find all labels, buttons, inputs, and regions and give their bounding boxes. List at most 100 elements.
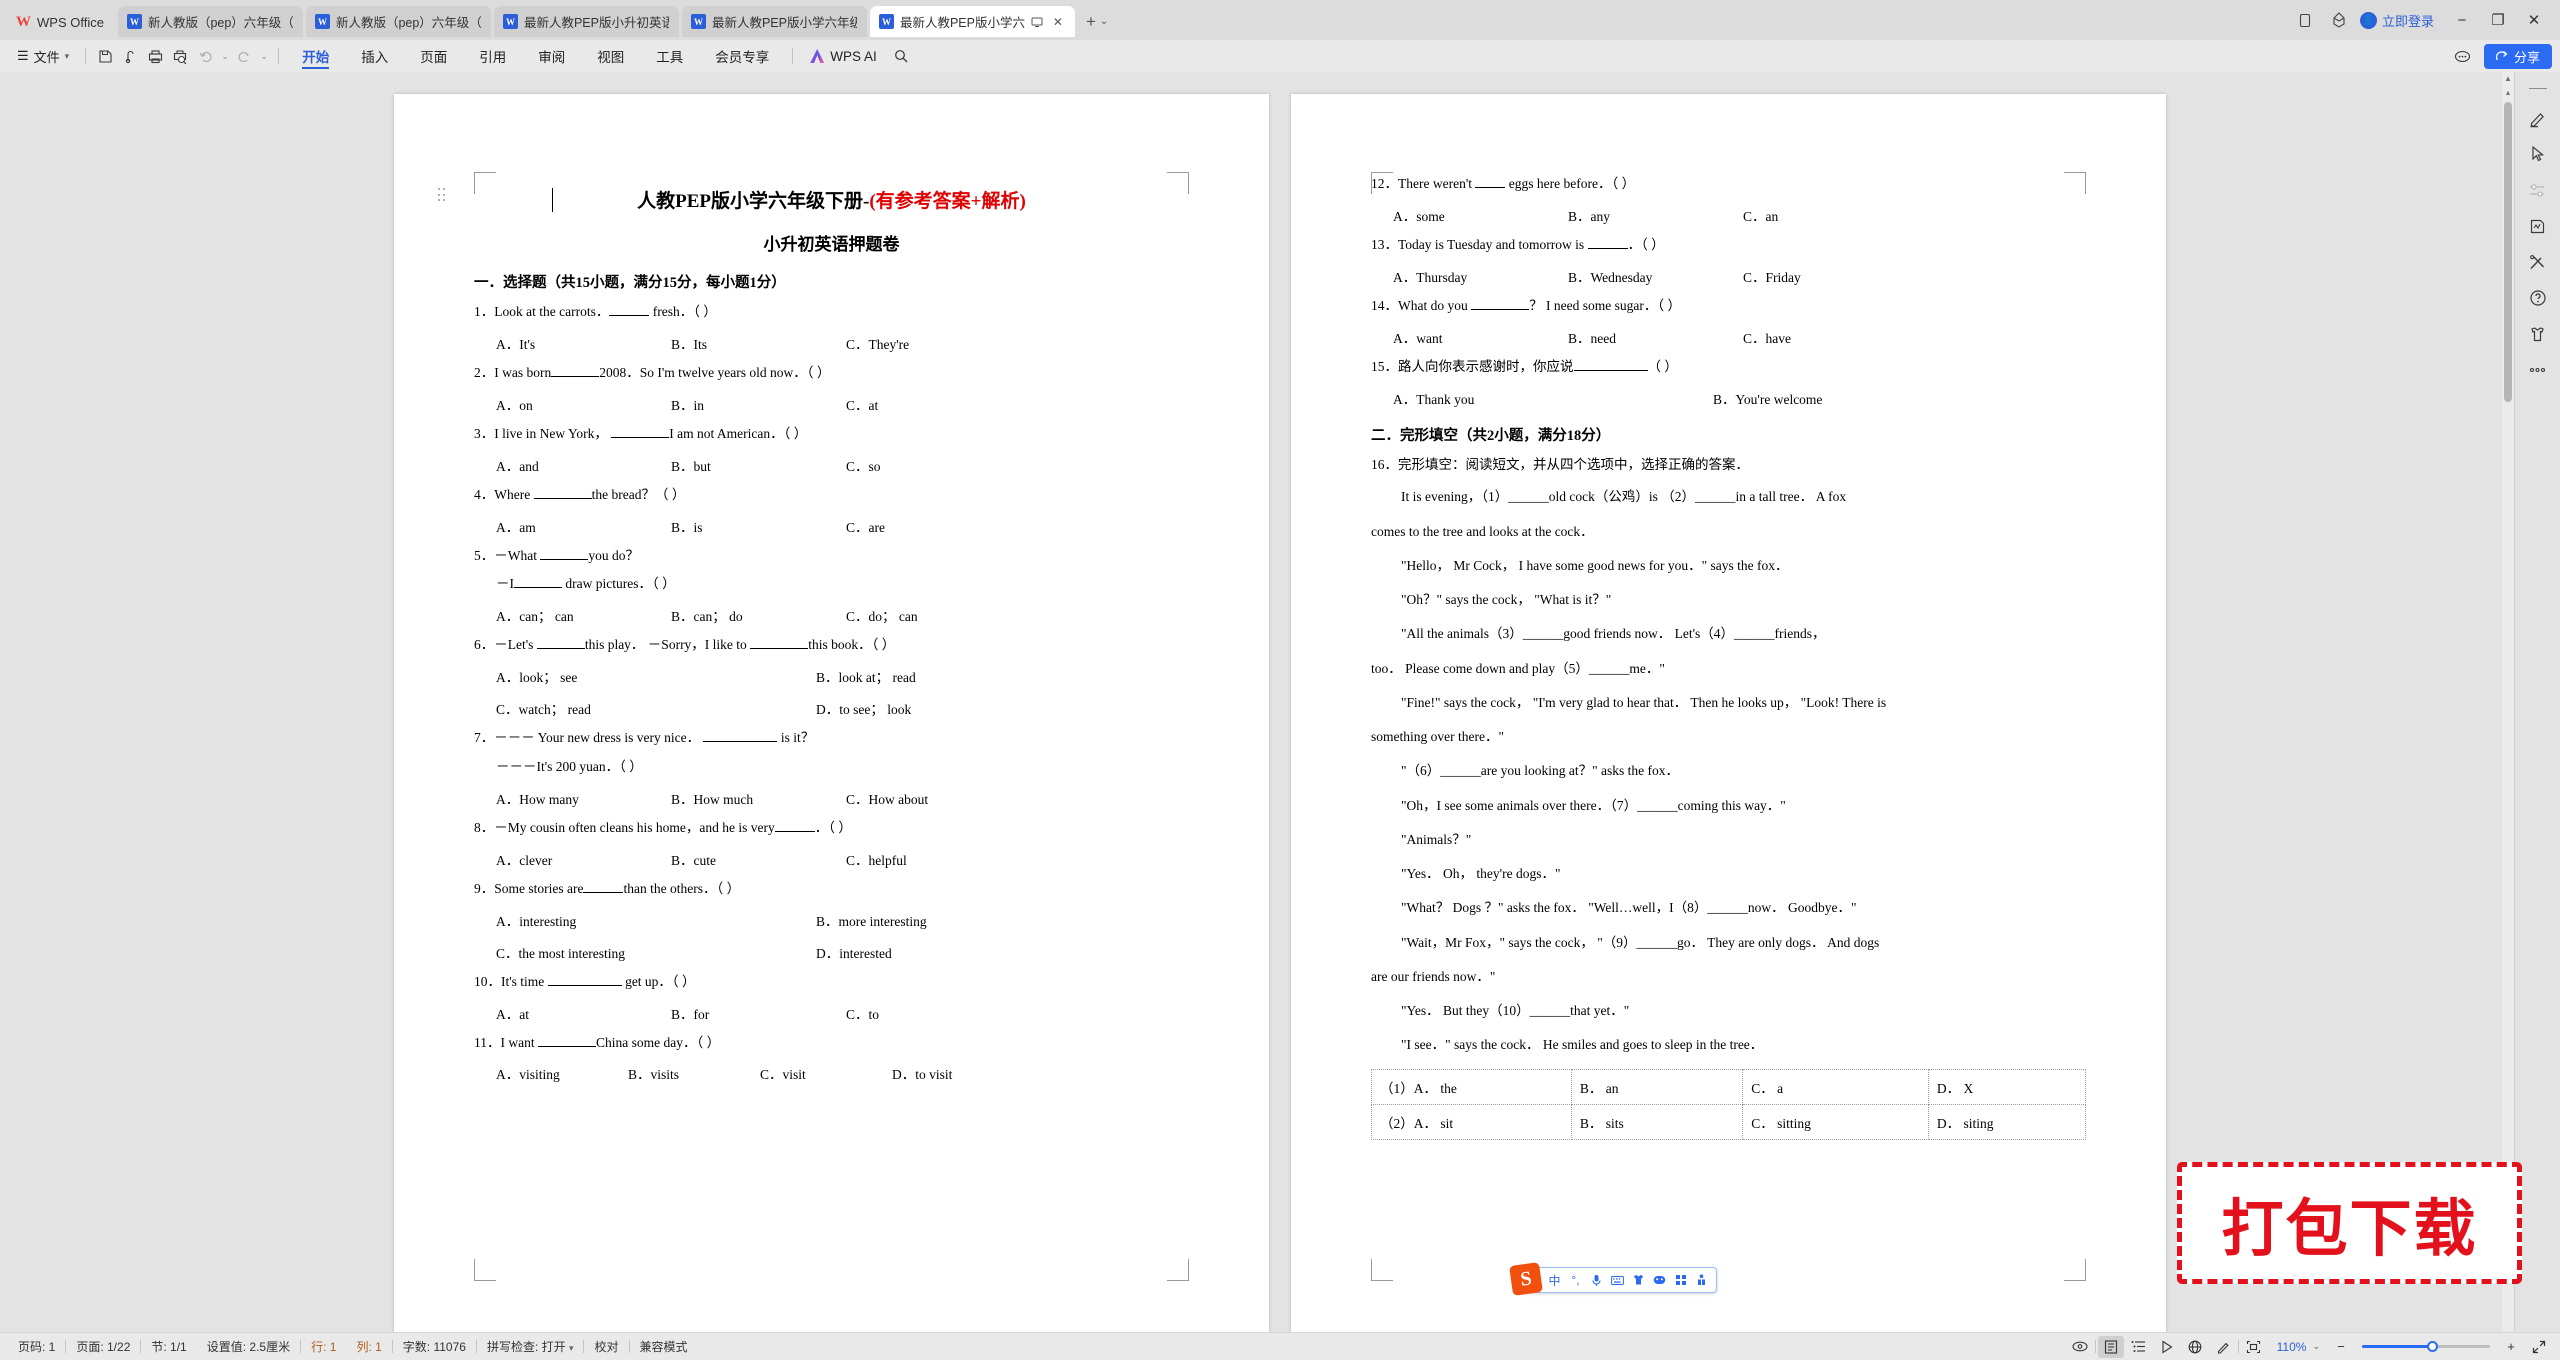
zoom-dropdown-icon[interactable]: ⌄	[2312, 1341, 2326, 1352]
option-b[interactable]: B．You're welcome	[1713, 388, 2033, 408]
option-b[interactable]: B．in	[671, 394, 846, 414]
vertical-scrollbar[interactable]: ▲ ▴	[2502, 72, 2514, 1332]
option-a[interactable]: A．and	[496, 455, 671, 475]
option-b[interactable]: B．Wednesday	[1568, 266, 1743, 286]
toolbox-icon[interactable]	[1692, 1270, 1711, 1290]
document-tool-icon[interactable]	[2521, 209, 2555, 243]
option-c[interactable]: C．do； can	[846, 605, 918, 625]
rocket-icon[interactable]	[2322, 5, 2356, 35]
scroll-up-arrow-icon[interactable]: ▲	[2504, 72, 2512, 86]
option-b[interactable]: B．can； do	[671, 605, 846, 625]
settings-slider-icon[interactable]	[2521, 173, 2555, 207]
option-a[interactable]: A．at	[496, 1003, 671, 1023]
save-cloud-icon[interactable]	[118, 44, 143, 68]
present-icon[interactable]	[1031, 16, 1045, 28]
expand-icon[interactable]	[2526, 1336, 2552, 1358]
document-tab-1[interactable]: W 新人教版（pep）六年级（下）小升初	[117, 6, 303, 37]
apps-icon[interactable]	[1671, 1270, 1690, 1290]
ribbon-tab-insert[interactable]: 插入	[345, 40, 404, 72]
save-icon[interactable]	[93, 44, 118, 68]
option-c[interactable]: C．are	[846, 516, 885, 536]
option-a[interactable]: A．some	[1393, 205, 1568, 225]
option-c[interactable]: C．at	[846, 394, 878, 414]
new-tab-button[interactable]: + ⌄	[1078, 6, 1116, 37]
highlighter-icon[interactable]	[2521, 101, 2555, 135]
option-a[interactable]: A．interesting	[496, 910, 816, 930]
table-row[interactable]: （1）A． the B． an C． a D． X	[1371, 1068, 2087, 1105]
option-c[interactable]: C．watch； read	[496, 698, 816, 718]
more-icon[interactable]	[2521, 353, 2555, 387]
option-d[interactable]: D．interested	[816, 942, 1136, 962]
print-icon[interactable]	[143, 44, 168, 68]
option-a[interactable]: A．on	[496, 394, 671, 414]
emoji-icon[interactable]	[1650, 1270, 1669, 1290]
maximize-button[interactable]: ❐	[2480, 5, 2516, 35]
skin-tool-icon[interactable]	[2521, 317, 2555, 351]
option-b[interactable]: B．is	[671, 516, 846, 536]
cloud-more-icon[interactable]	[2448, 44, 2478, 68]
option-a[interactable]: A．can； can	[496, 605, 671, 625]
redo-icon[interactable]	[232, 44, 257, 68]
ribbon-tab-reference[interactable]: 引用	[463, 40, 522, 72]
search-icon[interactable]	[887, 49, 915, 63]
option-b[interactable]: B．any	[1568, 205, 1743, 225]
option-c[interactable]: C．helpful	[846, 849, 907, 869]
option-b[interactable]: B．need	[1568, 327, 1743, 347]
outline-icon[interactable]	[2126, 1336, 2152, 1358]
option-a[interactable]: A．How many	[496, 788, 671, 808]
option-a[interactable]: A．want	[1393, 327, 1568, 347]
cursor-icon[interactable]	[2521, 137, 2555, 171]
option-b[interactable]: B．look at； read	[816, 666, 1136, 686]
zoom-out-button[interactable]: −	[2328, 1336, 2354, 1358]
skin-icon[interactable]	[1629, 1270, 1648, 1290]
option-a[interactable]: A．clever	[496, 849, 671, 869]
download-watermark-button[interactable]: 打包下载	[2177, 1162, 2522, 1284]
read-icon[interactable]	[2154, 1336, 2180, 1358]
login-button[interactable]: 👤 立即登录	[2356, 11, 2444, 30]
eye-icon[interactable]	[2067, 1336, 2093, 1358]
option-a[interactable]: A．Thank you	[1393, 388, 1713, 408]
option-b[interactable]: B．visits	[628, 1063, 760, 1083]
document-tab-4[interactable]: W 最新人教PEP版小学六年级下册小升初	[681, 6, 867, 37]
file-menu-button[interactable]: ☰ 文件 ▾	[8, 44, 78, 68]
ribbon-tab-member[interactable]: 会员专享	[699, 40, 785, 72]
option-c[interactable]: C．so	[846, 455, 881, 475]
print-preview-icon[interactable]	[168, 44, 193, 68]
undo-icon[interactable]	[193, 44, 218, 68]
tools-icon[interactable]	[2521, 245, 2555, 279]
option-c[interactable]: C．an	[1743, 205, 1778, 225]
zoom-in-button[interactable]: +	[2498, 1336, 2524, 1358]
table-row[interactable]: （2）A． sit B． sits C． sitting D． siting	[1371, 1103, 2087, 1140]
ime-language-toggle[interactable]: 中	[1545, 1270, 1564, 1290]
option-c[interactable]: C．Friday	[1743, 266, 1801, 286]
option-a[interactable]: A．Thursday	[1393, 266, 1568, 286]
wps-office-logo[interactable]: W WPS Office	[0, 7, 118, 37]
pen-icon[interactable]	[2210, 1336, 2236, 1358]
option-a[interactable]: A．visiting	[496, 1063, 628, 1083]
zoom-level[interactable]: 110%	[2269, 1340, 2311, 1354]
option-b[interactable]: B．cute	[671, 849, 846, 869]
close-icon[interactable]: ✕	[1051, 15, 1065, 29]
ribbon-tab-tools[interactable]: 工具	[640, 40, 699, 72]
scrollbar-thumb[interactable]	[2504, 102, 2512, 402]
option-c[interactable]: C．the most interesting	[496, 942, 816, 962]
option-c[interactable]: C．to	[846, 1003, 879, 1023]
close-window-button[interactable]: ✕	[2516, 5, 2552, 35]
option-c[interactable]: C．How about	[846, 788, 928, 808]
ribbon-tab-view[interactable]: 视图	[581, 40, 640, 72]
option-b[interactable]: B．but	[671, 455, 846, 475]
redo-dropdown-icon[interactable]: ⌄	[257, 51, 271, 62]
document-page-2[interactable]: 12．There weren't eggs here before．（ ） A．…	[1291, 94, 2166, 1332]
paragraph-handle-icon[interactable]	[438, 188, 447, 201]
page-layout-icon[interactable]	[2097, 1335, 2124, 1358]
ribbon-tab-page[interactable]: 页面	[404, 40, 463, 72]
fullscreen-view-icon[interactable]	[2241, 1336, 2267, 1358]
document-tab-2[interactable]: W 新人教版（pep）六年级（下）小升初	[305, 6, 491, 37]
document-page-1[interactable]: 人教PEP版小学六年级下册-(有参考答案+解析) 小升初英语押题卷 一．选择题（…	[394, 94, 1269, 1332]
option-d[interactable]: D．to see； look	[816, 698, 1136, 718]
undo-dropdown-icon[interactable]: ⌄	[218, 51, 232, 62]
copy-icon[interactable]	[2288, 5, 2322, 35]
document-tab-5-active[interactable]: W 最新人教PEP版小学六年级下册小升初 ✕	[869, 6, 1075, 37]
status-proofread[interactable]: 校对	[584, 1338, 628, 1355]
option-b[interactable]: B．How much	[671, 788, 846, 808]
